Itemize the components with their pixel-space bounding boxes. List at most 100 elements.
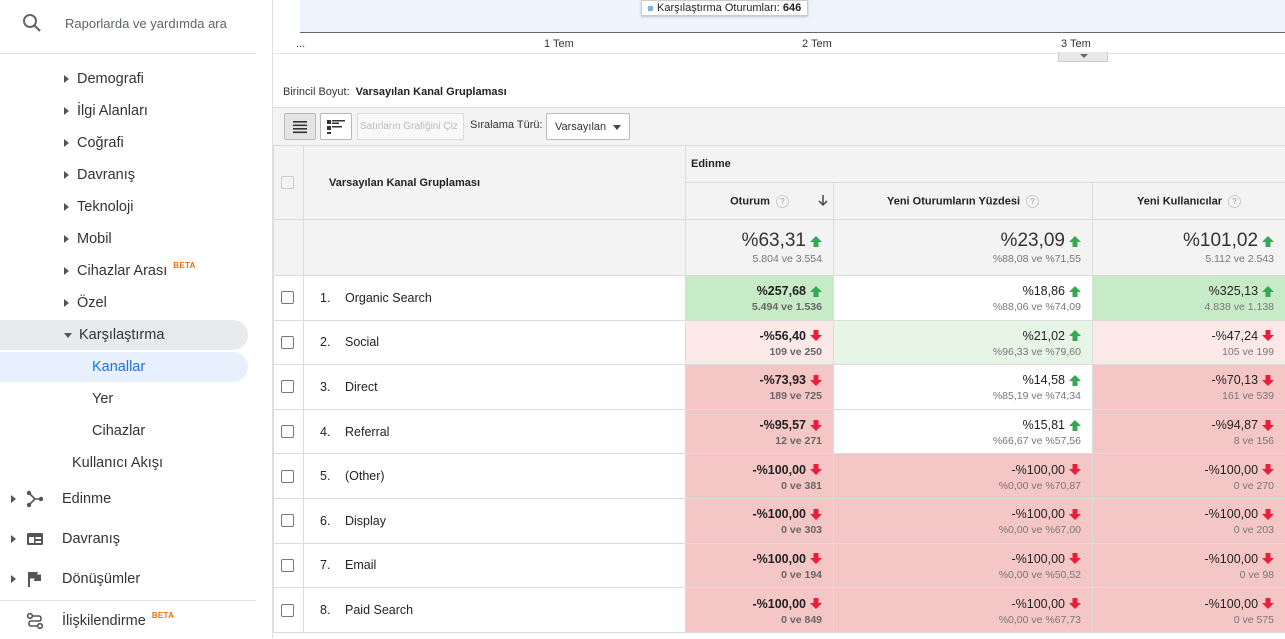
metric-cell: %15,81%66,67 ve %57,56 xyxy=(834,409,1093,454)
row-check-cell xyxy=(274,409,304,454)
sidebar-item-user-flow[interactable]: Kullanıcı Akışı xyxy=(0,448,256,478)
channel-cell: 3.Direct xyxy=(304,365,686,410)
row-checkbox[interactable] xyxy=(281,425,294,438)
channel-link[interactable]: Social xyxy=(345,335,379,349)
chart-collapse-toggle[interactable] xyxy=(1058,52,1108,62)
metric-cell: -%100,000 ve 203 xyxy=(1093,498,1285,543)
arrow-down-icon xyxy=(810,420,822,431)
sort-descending-icon[interactable] xyxy=(818,194,828,207)
sidebar-item[interactable]: Coğrafi xyxy=(0,128,256,158)
row-checkbox[interactable] xyxy=(281,336,294,349)
metric-cell: %257,685.494 ve 1.536 xyxy=(686,276,834,321)
sidebar-item[interactable]: Özel xyxy=(0,288,256,318)
row-checkbox[interactable] xyxy=(281,514,294,527)
table-row[interactable]: 4.Referral-%95,5712 ve 271%15,81%66,67 v… xyxy=(274,409,1285,454)
sidebar-section-iliskilendirme[interactable]: İlişkilendirme BETA xyxy=(0,603,256,639)
beta-badge: BETA xyxy=(152,611,174,620)
sidebar-item[interactable]: Mobil xyxy=(0,224,256,254)
table-row[interactable]: 8.Paid Search-%100,000 ve 849-%100,00%0,… xyxy=(274,588,1285,633)
sidebar-item-kanallar[interactable]: Kanallar xyxy=(0,352,248,382)
metric-cell: -%100,00%0,00 ve %70,87 xyxy=(834,454,1093,499)
metric-cell: -%100,00%0,00 ve %50,52 xyxy=(834,543,1093,588)
arrow-down-icon xyxy=(810,509,822,520)
sidebar-item[interactable]: Karşılaştırma xyxy=(0,320,248,350)
sidebar-section-edinme[interactable]: Edinme xyxy=(0,481,256,517)
sidebar-item[interactable]: Teknoloji xyxy=(0,192,256,222)
divider xyxy=(0,600,256,601)
table-row[interactable]: 2.Social-%56,40109 ve 250%21,02%96,33 ve… xyxy=(274,320,1285,365)
totals-label-cell xyxy=(304,220,686,276)
total-value: %101,02 xyxy=(1183,230,1274,252)
metric-cell: -%100,000 ve 303 xyxy=(686,498,834,543)
row-check-cell xyxy=(274,543,304,588)
table-row[interactable]: 1.Organic Search%257,685.494 ve 1.536%18… xyxy=(274,276,1285,321)
metric-cell: -%95,5712 ve 271 xyxy=(686,409,834,454)
arrow-up-icon xyxy=(1069,236,1081,247)
metric-value: -%94,87 xyxy=(1211,418,1274,432)
arrow-down-icon xyxy=(1262,375,1274,386)
select-all-checkbox xyxy=(281,176,294,189)
column-header-oturum[interactable]: Oturum? xyxy=(686,183,834,220)
row-checkbox[interactable] xyxy=(281,291,294,304)
primary-dimension-value[interactable]: Varsayılan Kanal Gruplaması xyxy=(356,86,507,98)
channel-cell: 1.Organic Search xyxy=(304,276,686,321)
metric-value: -%100,00 xyxy=(1011,597,1081,611)
sidebar-item-yer[interactable]: Yer xyxy=(0,384,256,414)
dimension-column-header[interactable]: Varsayılan Kanal Gruplaması xyxy=(304,146,686,220)
row-checkbox[interactable] xyxy=(281,470,294,483)
search-icon xyxy=(22,13,42,33)
sidebar-item[interactable]: İlgi Alanları xyxy=(0,96,256,126)
sidebar-item[interactable]: Cihazlar ArasıBETA xyxy=(0,256,256,286)
expand-icon xyxy=(64,299,69,307)
channel-link[interactable]: Paid Search xyxy=(345,603,413,617)
expand-icon xyxy=(11,495,16,503)
row-checkbox[interactable] xyxy=(281,380,294,393)
search-bar[interactable]: Raporlarda ve yardımda ara xyxy=(0,0,256,54)
help-icon[interactable]: ? xyxy=(1026,195,1039,208)
metric-cell: -%100,00%0,00 ve %67,73 xyxy=(834,588,1093,633)
sidebar-section-davranis[interactable]: Davranış xyxy=(0,521,256,557)
expand-icon xyxy=(64,75,69,83)
row-checkbox[interactable] xyxy=(281,604,294,617)
sidebar-item-label: Özel xyxy=(77,295,107,311)
channel-link[interactable]: Email xyxy=(345,558,376,572)
table-view-button[interactable] xyxy=(284,113,316,140)
channel-link[interactable]: Referral xyxy=(345,425,389,439)
metric-comparison: 0 ve 194 xyxy=(686,569,822,581)
row-index: 7. xyxy=(320,558,345,572)
table-row[interactable]: 6.Display-%100,000 ve 303-%100,00%0,00 v… xyxy=(274,498,1285,543)
comparison-view-button[interactable] xyxy=(320,113,352,140)
sidebar-item-label: Mobil xyxy=(77,231,112,247)
channel-link[interactable]: Organic Search xyxy=(345,291,432,305)
metric-cell: -%73,93189 ve 725 xyxy=(686,365,834,410)
legend-swatch xyxy=(648,6,653,11)
plot-rows-button: Satırların Grafiğini Çiz xyxy=(357,113,464,140)
expand-icon xyxy=(64,203,69,211)
search-input[interactable]: Raporlarda ve yardımda ara xyxy=(65,16,227,31)
table-row[interactable]: 3.Direct-%73,93189 ve 725%14,58%85,19 ve… xyxy=(274,365,1285,410)
channel-link[interactable]: Direct xyxy=(345,380,378,394)
channel-link[interactable]: (Other) xyxy=(345,469,385,483)
table-row[interactable]: 7.Email-%100,000 ve 194-%100,00%0,00 ve … xyxy=(274,543,1285,588)
metric-value: %257,68 xyxy=(757,284,822,298)
row-check-cell xyxy=(274,320,304,365)
help-icon[interactable]: ? xyxy=(1228,195,1241,208)
sort-type-select[interactable]: Varsayılan xyxy=(546,113,630,140)
sidebar-item[interactable]: Davranış xyxy=(0,160,256,190)
sidebar-item-cihazlar[interactable]: Cihazlar xyxy=(0,416,256,446)
metric-value: -%95,57 xyxy=(759,418,822,432)
column-header-new-sessions[interactable]: Yeni Oturumların Yüzdesi? xyxy=(834,183,1093,220)
metric-comparison: %66,67 ve %57,56 xyxy=(834,435,1081,447)
column-header-new-users[interactable]: Yeni Kullanıcılar? xyxy=(1093,183,1285,220)
sidebar-item[interactable]: Demografi xyxy=(0,64,256,94)
help-icon[interactable]: ? xyxy=(776,195,789,208)
table-row[interactable]: 5.(Other)-%100,000 ve 381-%100,00%0,00 v… xyxy=(274,454,1285,499)
channel-link[interactable]: Display xyxy=(345,514,386,528)
sidebar-section-donusumler[interactable]: Dönüşümler xyxy=(0,561,256,597)
metric-cell: -%100,000 ve 849 xyxy=(686,588,834,633)
metric-comparison: 0 ve 203 xyxy=(1093,524,1274,536)
x-axis-label: 3 Tem xyxy=(1061,38,1091,50)
behavior-icon xyxy=(26,530,44,548)
arrow-down-icon xyxy=(810,598,822,609)
row-checkbox[interactable] xyxy=(281,559,294,572)
